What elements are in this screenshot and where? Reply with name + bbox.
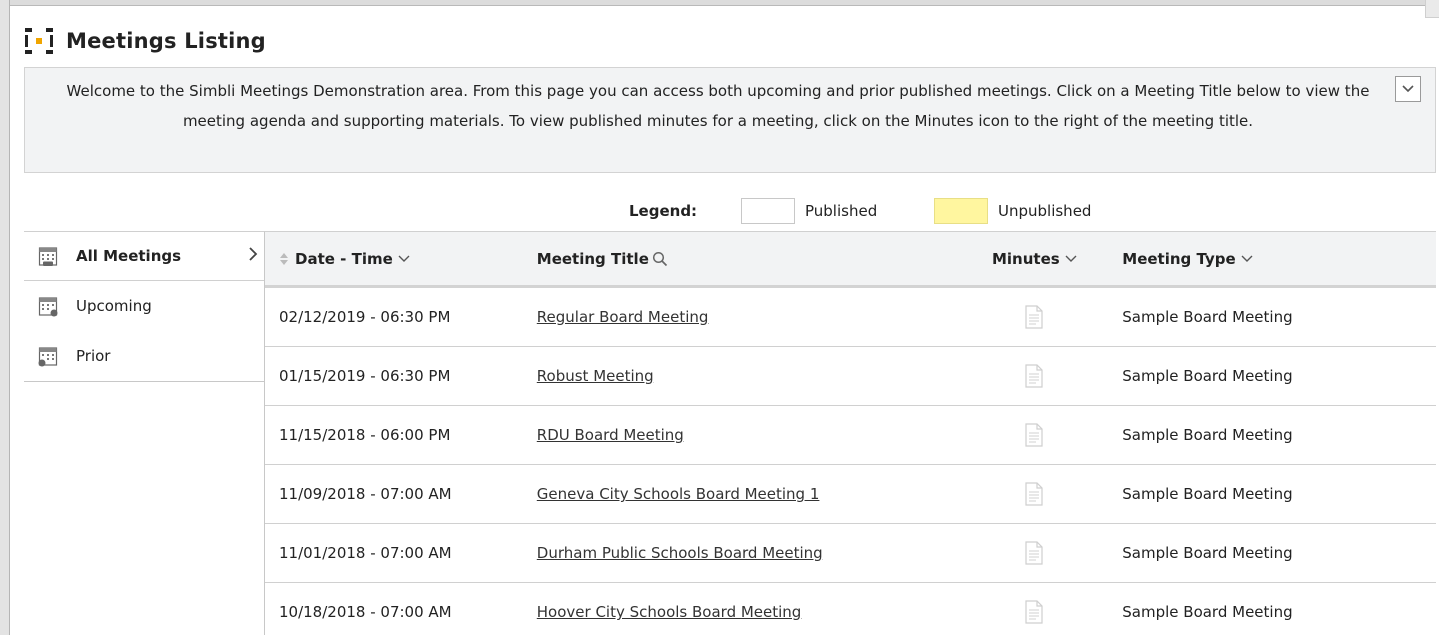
table-row: 10/18/2018 - 07:00 AM Hoover City School…	[265, 583, 1436, 635]
minutes-document-icon[interactable]	[1025, 423, 1043, 447]
meeting-type: Sample Board Meeting	[1122, 544, 1293, 562]
column-header-minutes[interactable]: Minutes	[946, 250, 1122, 268]
sidebar-item-prior[interactable]: Prior	[24, 331, 264, 381]
column-header-label: Meeting Type	[1122, 249, 1236, 268]
meetings-logo-icon	[25, 28, 53, 54]
meeting-type: Sample Board Meeting	[1122, 485, 1293, 503]
meeting-title-link[interactable]: Durham Public Schools Board Meeting	[537, 544, 823, 562]
meeting-type: Sample Board Meeting	[1122, 308, 1293, 326]
column-header-label: Minutes	[991, 249, 1060, 268]
published-legend-label: Published	[805, 202, 878, 220]
table-header: Date - Time Meeting Title Minutes Meetin…	[265, 232, 1436, 288]
table-row: 11/09/2018 - 07:00 AM Geneva City School…	[265, 465, 1436, 524]
meeting-type: Sample Board Meeting	[1122, 367, 1293, 385]
chevron-down-icon	[1065, 255, 1077, 262]
sidebar-divider	[24, 381, 264, 382]
table-row: 11/01/2018 - 07:00 AM Durham Public Scho…	[265, 524, 1436, 583]
sort-icon	[280, 252, 288, 265]
calendar-prior-icon	[38, 347, 58, 367]
minutes-document-icon[interactable]	[1025, 600, 1043, 624]
sidebar-item-label: All Meetings	[76, 247, 182, 265]
chevron-down-icon	[1402, 85, 1414, 93]
chevron-down-icon	[1241, 255, 1253, 262]
column-header-date[interactable]: Date - Time	[265, 250, 537, 268]
page-title: Meetings Listing	[66, 29, 266, 53]
unpublished-swatch	[934, 198, 988, 224]
table-row: 01/15/2019 - 06:30 PM Robust Meeting Sam…	[265, 347, 1436, 406]
meeting-type: Sample Board Meeting	[1122, 603, 1293, 621]
minutes-document-icon[interactable]	[1025, 364, 1043, 388]
window-frame-top	[0, 0, 1439, 6]
column-header-title[interactable]: Meeting Title	[537, 250, 947, 268]
collapse-welcome-button[interactable]	[1395, 76, 1421, 102]
table-row: 11/15/2018 - 06:00 PM RDU Board Meeting …	[265, 406, 1436, 465]
legend: Legend: Published Unpublished	[629, 196, 1091, 226]
meeting-date: 10/18/2018 - 07:00 AM	[279, 603, 452, 621]
window-frame-left	[0, 0, 10, 635]
published-swatch	[741, 198, 795, 224]
search-icon[interactable]	[652, 251, 668, 267]
meeting-type: Sample Board Meeting	[1122, 426, 1293, 444]
column-header-label: Date - Time	[295, 249, 393, 268]
sidebar-item-label: Prior	[76, 347, 111, 365]
calendar-upcoming-icon	[38, 297, 58, 317]
table-row: 02/12/2019 - 06:30 PM Regular Board Meet…	[265, 288, 1436, 347]
meeting-date: 11/09/2018 - 07:00 AM	[279, 485, 452, 503]
meeting-title-link[interactable]: Geneva City Schools Board Meeting 1	[537, 485, 820, 503]
column-header-label: Meeting Title	[536, 249, 649, 268]
column-header-meeting-type[interactable]: Meeting Type	[1122, 250, 1436, 268]
calendar-all-icon	[38, 247, 58, 266]
sidebar-item-all-meetings[interactable]: All Meetings	[24, 231, 264, 281]
meeting-date: 11/01/2018 - 07:00 AM	[279, 544, 452, 562]
chevron-right-icon	[249, 247, 258, 261]
minutes-document-icon[interactable]	[1025, 482, 1043, 506]
chevron-down-icon	[398, 255, 410, 262]
meetings-table: Date - Time Meeting Title Minutes Meetin…	[264, 231, 1436, 635]
meeting-date: 02/12/2019 - 06:30 PM	[279, 308, 451, 326]
minutes-document-icon[interactable]	[1025, 541, 1043, 565]
meeting-title-link[interactable]: Robust Meeting	[537, 367, 654, 385]
welcome-panel: Welcome to the Simbli Meetings Demonstra…	[24, 67, 1436, 173]
sidebar-item-upcoming[interactable]: Upcoming	[24, 281, 264, 331]
minutes-document-icon[interactable]	[1025, 305, 1043, 329]
window-corner	[1425, 0, 1439, 18]
sidebar-item-label: Upcoming	[76, 297, 152, 315]
welcome-text: Welcome to the Simbli Meetings Demonstra…	[66, 82, 1370, 130]
meeting-date: 11/15/2018 - 06:00 PM	[279, 426, 451, 444]
legend-label: Legend:	[629, 202, 698, 220]
page-header: Meetings Listing	[24, 20, 266, 62]
meeting-title-link[interactable]: Regular Board Meeting	[537, 308, 709, 326]
meeting-title-link[interactable]: Hoover City Schools Board Meeting	[537, 603, 802, 621]
meeting-date: 01/15/2019 - 06:30 PM	[279, 367, 451, 385]
meeting-title-link[interactable]: RDU Board Meeting	[537, 426, 684, 444]
meeting-filter-sidebar: All Meetings Upcoming Prior	[24, 231, 264, 382]
unpublished-legend-label: Unpublished	[998, 202, 1092, 220]
